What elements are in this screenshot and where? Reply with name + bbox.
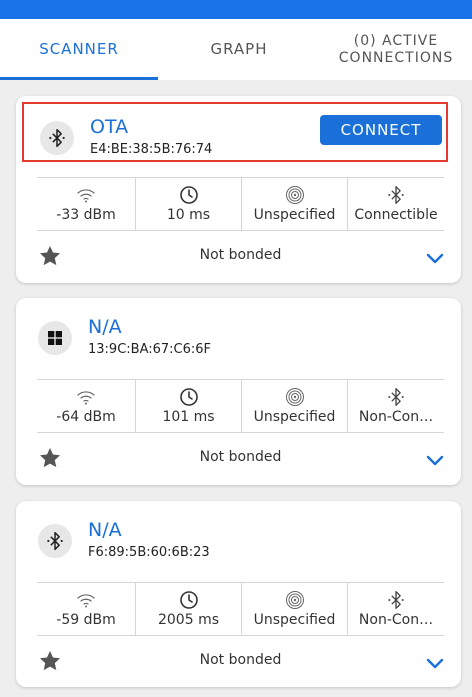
tab-active-connections-line1: (0) ACTIVE: [353, 32, 439, 49]
tx-power-value: Unspecified: [253, 612, 336, 628]
device-stats: -59 dBm 2005 ms Unspecified Non-Con…: [37, 582, 444, 636]
device-address: 13:9C:BA:67:C6:6F: [88, 342, 212, 357]
chevron-down-icon[interactable]: [426, 654, 444, 673]
tab-active-connections-label: (0) ACTIVE CONNECTIONS: [339, 33, 453, 67]
connectable-value: Non-Con…: [358, 612, 434, 628]
device-address: F6:89:5B:60:6B:23: [88, 545, 210, 560]
bluetooth-icon: [386, 185, 406, 205]
connectable-value: Non-Con…: [358, 409, 434, 425]
bond-status: Not bonded: [199, 449, 282, 465]
bond-status: Not bonded: [199, 247, 282, 263]
device-stats: -64 dBm 101 ms Unspecified Non-Con…: [37, 379, 444, 433]
device-footer: Not bonded: [37, 236, 444, 276]
connectable-stat: Connectible: [348, 178, 444, 230]
device-footer: Not bonded: [37, 438, 444, 478]
bluetooth-icon: [386, 590, 406, 610]
tx-power-value: Unspecified: [253, 409, 336, 425]
device-card[interactable]: N/A F6:89:5B:60:6B:23 -59 dBm 2005 ms Un…: [16, 501, 461, 687]
device-footer: Not bonded: [37, 641, 444, 681]
tab-scanner-label: SCANNER: [39, 40, 119, 58]
clock-icon: [179, 185, 199, 205]
interval-stat: 10 ms: [136, 178, 242, 230]
device-name: N/A: [88, 519, 122, 541]
device-header: OTA E4:BE:38:5B:76:74 CONNECT: [22, 102, 448, 162]
chevron-down-icon[interactable]: [426, 249, 444, 268]
connectable-stat: Non-Con…: [348, 583, 444, 635]
rssi-stat: -64 dBm: [37, 380, 136, 432]
wifi-signal-icon: [76, 590, 96, 610]
bluetooth-icon: [38, 524, 72, 558]
bluetooth-icon: [40, 121, 74, 155]
interval-stat: 2005 ms: [136, 583, 242, 635]
connectable-value: Connectible: [354, 207, 438, 223]
device-header: N/A F6:89:5B:60:6B:23: [22, 507, 448, 567]
windows-icon: [38, 321, 72, 355]
antenna-icon: [285, 185, 305, 205]
interval-value: 10 ms: [166, 207, 211, 223]
tab-bar: SCANNER GRAPH (0) ACTIVE CONNECTIONS: [0, 19, 472, 80]
status-bar: [0, 0, 472, 19]
device-name: N/A: [88, 316, 122, 338]
rssi-value: -33 dBm: [56, 207, 116, 223]
tx-power-stat: Unspecified: [242, 178, 348, 230]
interval-value: 2005 ms: [157, 612, 219, 628]
antenna-icon: [285, 387, 305, 407]
tab-active-connections-line2: CONNECTIONS: [338, 49, 454, 66]
tab-graph[interactable]: GRAPH: [158, 19, 320, 80]
active-tab-indicator: [0, 77, 158, 80]
tx-power-stat: Unspecified: [242, 583, 348, 635]
rssi-stat: -33 dBm: [37, 178, 136, 230]
rssi-value: -59 dBm: [56, 612, 116, 628]
connect-button[interactable]: CONNECT: [320, 115, 442, 145]
chevron-down-icon[interactable]: [426, 451, 444, 470]
tx-power-value: Unspecified: [253, 207, 336, 223]
device-header: N/A 13:9C:BA:67:C6:6F: [22, 304, 448, 364]
tab-active-connections[interactable]: (0) ACTIVE CONNECTIONS: [320, 19, 472, 80]
rssi-stat: -59 dBm: [37, 583, 136, 635]
device-card[interactable]: OTA E4:BE:38:5B:76:74 CONNECT -33 dBm 10…: [16, 96, 461, 283]
clock-icon: [179, 387, 199, 407]
tab-scanner[interactable]: SCANNER: [0, 19, 158, 80]
clock-icon: [179, 590, 199, 610]
interval-value: 101 ms: [162, 409, 215, 425]
device-card[interactable]: N/A 13:9C:BA:67:C6:6F -64 dBm 101 ms Uns…: [16, 298, 461, 485]
device-stats: -33 dBm 10 ms Unspecified Connectible: [37, 177, 444, 231]
wifi-signal-icon: [76, 387, 96, 407]
tx-power-stat: Unspecified: [242, 380, 348, 432]
bond-status: Not bonded: [199, 652, 282, 668]
antenna-icon: [285, 590, 305, 610]
interval-stat: 101 ms: [136, 380, 242, 432]
bluetooth-icon: [386, 387, 406, 407]
wifi-signal-icon: [76, 185, 96, 205]
device-address: E4:BE:38:5B:76:74: [90, 142, 213, 157]
tab-graph-label: GRAPH: [210, 40, 268, 58]
connectable-stat: Non-Con…: [348, 380, 444, 432]
rssi-value: -64 dBm: [56, 409, 116, 425]
device-name: OTA: [90, 116, 129, 138]
